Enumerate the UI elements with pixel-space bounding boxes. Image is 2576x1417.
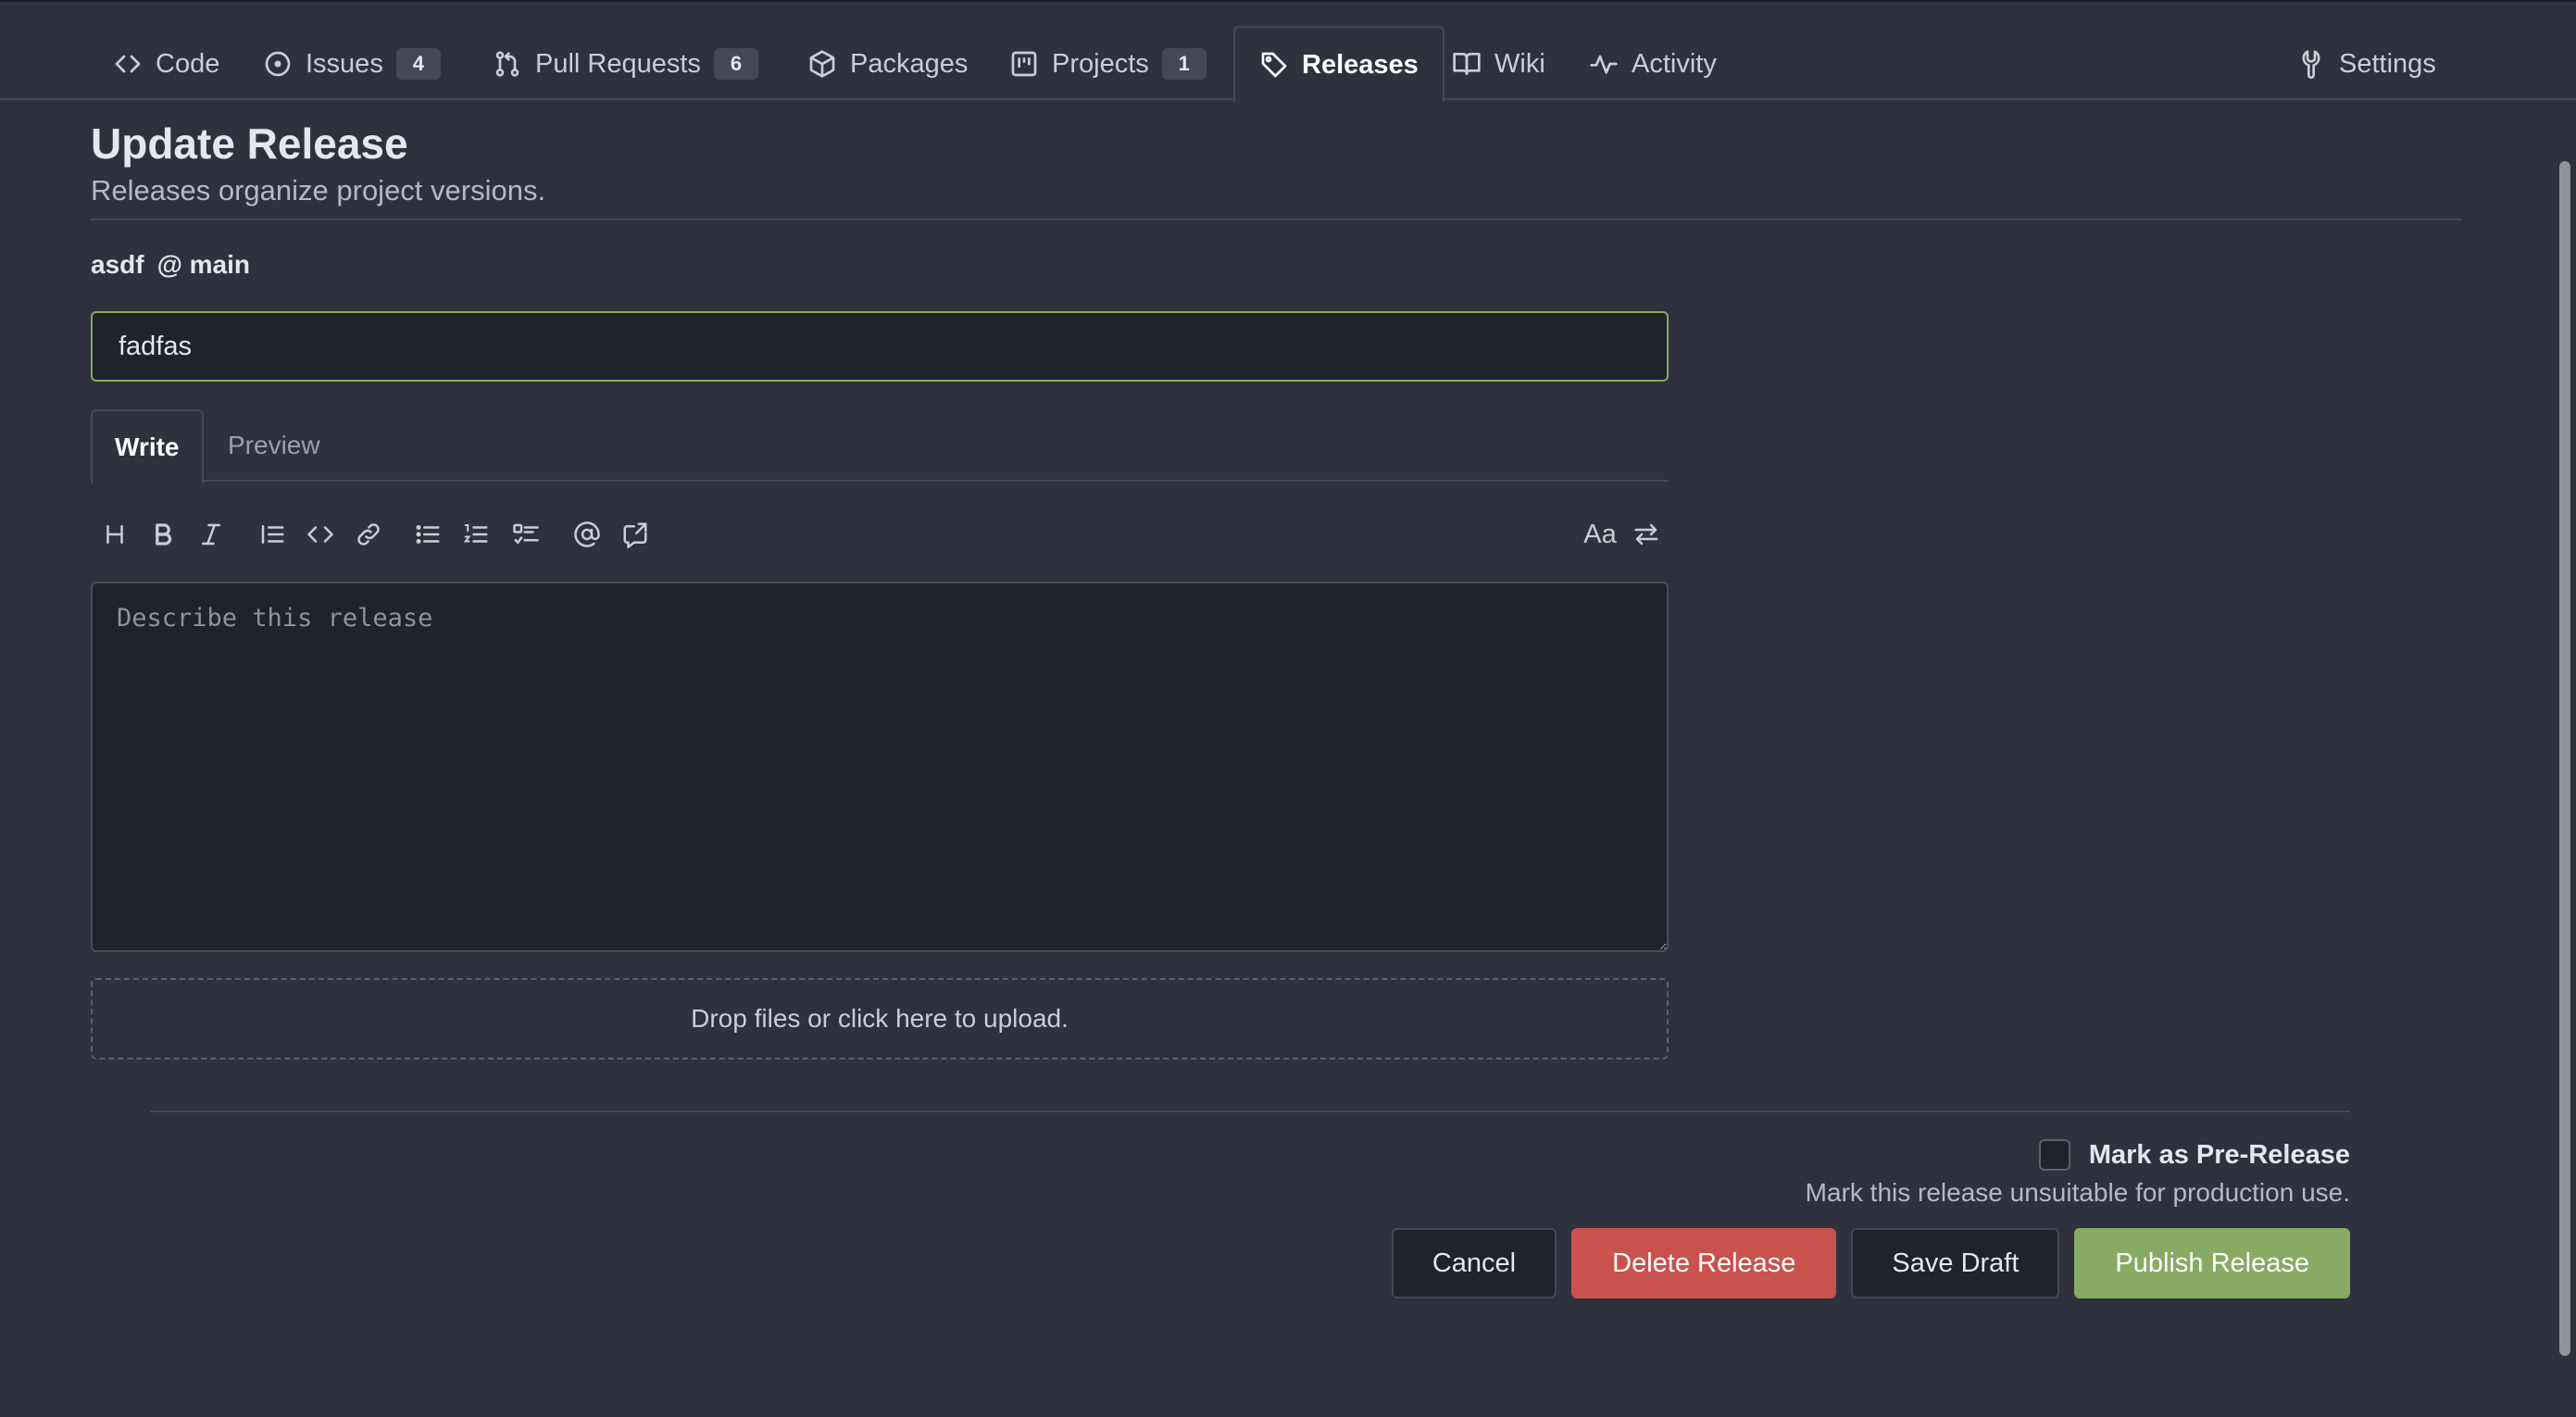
projects-count-badge: 1: [1161, 48, 1207, 80]
link-icon: [357, 523, 380, 545]
bold-button[interactable]: [144, 516, 181, 553]
pull-requests-count-badge: 6: [713, 48, 758, 80]
dropzone-label: Drop files or click here to upload.: [691, 1004, 1069, 1033]
tab-pull-requests-label: Pull Requests: [535, 48, 701, 79]
release-target-branch: @ main: [156, 250, 251, 279]
tab-packages-label: Packages: [850, 48, 969, 79]
file-upload-dropzone[interactable]: Drop files or click here to upload.: [91, 978, 1669, 1060]
tab-projects[interactable]: Projects 1: [1009, 28, 1207, 100]
pull-request-icon: [495, 51, 519, 77]
footer-divider: [150, 1110, 2350, 1112]
heading-icon: [106, 525, 123, 544]
markdown-toolbar: Aa: [91, 511, 1669, 558]
tab-write[interactable]: Write: [91, 409, 204, 483]
tab-settings-label: Settings: [2339, 48, 2436, 79]
wrench-icon: [2302, 50, 2320, 79]
ordered-list-icon: [463, 524, 488, 543]
reference-icon: [623, 522, 647, 548]
tab-pull-requests[interactable]: Pull Requests 6: [493, 28, 758, 100]
tab-wiki-label: Wiki: [1494, 48, 1545, 79]
publish-release-button[interactable]: Publish Release: [2074, 1228, 2350, 1298]
switch-editor-icon: [1634, 523, 1658, 545]
tab-activity-label: Activity: [1632, 48, 1717, 79]
prerelease-help-text: Mark this release unsuitable for product…: [1805, 1178, 2350, 1207]
prerelease-checkbox[interactable]: [2038, 1139, 2070, 1171]
heading-button[interactable]: [96, 516, 133, 553]
page-title: Update Release: [91, 119, 408, 168]
prerelease-label[interactable]: Mark as Pre-Release: [2089, 1140, 2350, 1171]
tab-issues[interactable]: Issues 4: [263, 28, 441, 100]
tag-icon: [1261, 52, 1287, 78]
reference-button[interactable]: [617, 516, 654, 553]
tab-settings[interactable]: Settings: [2296, 28, 2436, 100]
repo-tab-bar: Code Issues 4 Pull Requests 6 Packages P…: [0, 0, 2576, 102]
mention-icon: [574, 521, 600, 547]
task-list-icon: [513, 523, 539, 545]
tab-releases-label: Releases: [1302, 49, 1419, 80]
prerelease-option: Mark as Pre-Release: [2038, 1139, 2350, 1171]
tab-wiki[interactable]: Wiki: [1452, 28, 1545, 100]
task-list-button[interactable]: [507, 516, 544, 553]
package-icon: [809, 50, 835, 78]
save-draft-button[interactable]: Save Draft: [1851, 1228, 2060, 1298]
tab-code-label: Code: [156, 48, 220, 79]
cancel-button[interactable]: Cancel: [1391, 1228, 1557, 1298]
release-tag-line: asdf @ main: [91, 250, 250, 280]
tab-preview[interactable]: Preview: [228, 409, 320, 482]
issue-icon: [265, 51, 291, 77]
tab-projects-label: Projects: [1052, 48, 1149, 79]
bold-icon: [156, 523, 172, 545]
tab-activity[interactable]: Activity: [1589, 28, 1717, 100]
editor-tabs: Write Preview: [91, 409, 1669, 483]
release-tag: asdf: [91, 250, 144, 279]
issues-count-badge: 4: [395, 48, 441, 80]
font-toggle-icon: Aa: [1583, 519, 1617, 549]
italic-button[interactable]: [193, 516, 230, 553]
code-icon: [115, 55, 141, 73]
page-subtitle: Releases organize project versions.: [91, 174, 546, 207]
delete-release-button[interactable]: Delete Release: [1571, 1228, 1837, 1298]
release-title-input[interactable]: [91, 311, 1669, 382]
unordered-list-button[interactable]: [409, 516, 446, 553]
code-button[interactable]: [302, 516, 339, 553]
switch-editor-button[interactable]: [1628, 516, 1665, 553]
code-icon: [307, 526, 333, 543]
header-divider: [91, 219, 2461, 220]
book-icon: [1453, 53, 1481, 75]
unordered-list-icon: [416, 525, 440, 544]
tab-releases[interactable]: Releases: [1233, 26, 1444, 102]
quote-button[interactable]: [254, 516, 291, 553]
quote-icon: [261, 525, 284, 544]
italic-icon: [202, 523, 220, 545]
ordered-list-button[interactable]: [457, 516, 494, 553]
mention-button[interactable]: [569, 516, 606, 553]
project-icon: [1011, 51, 1037, 77]
release-actions: Cancel Delete Release Save Draft Publish…: [1391, 1228, 2350, 1298]
tab-code[interactable]: Code: [113, 28, 219, 100]
release-description-textarea[interactable]: [91, 582, 1669, 952]
pulse-icon: [1590, 55, 1618, 74]
tab-issues-label: Issues: [306, 48, 383, 79]
tab-packages[interactable]: Packages: [807, 28, 968, 100]
page-scrollbar[interactable]: [2559, 161, 2570, 1356]
link-button[interactable]: [350, 516, 387, 553]
font-toggle-button[interactable]: Aa: [1576, 516, 1624, 553]
